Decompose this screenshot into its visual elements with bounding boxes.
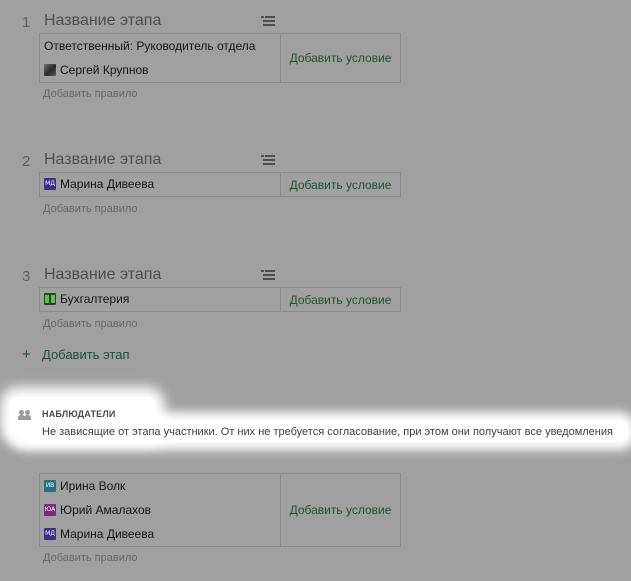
- condition-cell: Добавить условие: [281, 288, 400, 311]
- member-row[interactable]: МД Марина Дивеева: [44, 176, 154, 192]
- avatar: МД: [44, 178, 56, 190]
- member-name: Бухгалтерия: [60, 292, 130, 306]
- add-stage-button[interactable]: + Добавить этап: [22, 345, 130, 363]
- stage-title[interactable]: Название этапа: [44, 151, 161, 169]
- add-stage-label: Добавить этап: [42, 346, 130, 362]
- stage-title[interactable]: Название этапа: [44, 12, 161, 30]
- condition-cell: Добавить условие: [281, 173, 400, 196]
- rule-members: Бухгалтерия: [40, 288, 281, 311]
- avatar: МД: [44, 528, 56, 540]
- member-name: Марина Дивеева: [60, 527, 155, 541]
- avatar: [44, 64, 56, 76]
- member-name: Юрий Амалахов: [60, 503, 152, 517]
- rule-members: МД Марина Дивеева: [40, 173, 281, 196]
- member-row[interactable]: ЮА Юрий Амалахов: [44, 502, 151, 518]
- add-condition-link[interactable]: Добавить условие: [290, 503, 392, 517]
- add-rule-link[interactable]: Добавить правило: [43, 318, 138, 330]
- rule-box: Ответственный: Руководитель отдела Серге…: [39, 33, 401, 83]
- member-row[interactable]: МД Марина Дивеева: [44, 526, 154, 542]
- stage-title[interactable]: Название этапа: [44, 266, 161, 284]
- observers-title: НАБЛЮДАТЕЛИ: [42, 409, 116, 419]
- add-rule-link[interactable]: Добавить правило: [43, 552, 138, 564]
- rule-box: Бухгалтерия Добавить условие: [39, 287, 401, 312]
- avatar: ИВ: [44, 480, 56, 492]
- add-condition-link[interactable]: Добавить условие: [290, 293, 392, 307]
- avatar: ЮА: [44, 504, 56, 516]
- member-row[interactable]: ИВ Ирина Волк: [44, 478, 125, 494]
- list-icon[interactable]: [261, 16, 275, 27]
- member-name: Сергей Крупнов: [60, 63, 149, 77]
- member-row[interactable]: Бухгалтерия: [44, 291, 129, 307]
- department-icon: [44, 293, 56, 305]
- list-icon[interactable]: [261, 155, 275, 166]
- add-condition-link[interactable]: Добавить условие: [290, 51, 392, 65]
- rule-members: ИВ Ирина Волк ЮА Юрий Амалахов МД Марина…: [40, 474, 281, 546]
- condition-cell: Добавить условие: [281, 474, 400, 546]
- stage-number: 1: [22, 14, 31, 31]
- condition-cell: Добавить условие: [281, 34, 400, 82]
- list-icon[interactable]: [261, 270, 275, 281]
- users-icon: [18, 410, 33, 420]
- member-name: Марина Дивеева: [60, 177, 155, 191]
- add-condition-link[interactable]: Добавить условие: [290, 178, 392, 192]
- observers-description: Не зависящие от этапа участники. От них …: [42, 426, 613, 438]
- stage-number: 2: [22, 153, 31, 170]
- rule-box: МД Марина Дивеева Добавить условие: [39, 172, 401, 197]
- member-name: Ирина Волк: [60, 479, 126, 493]
- add-rule-link[interactable]: Добавить правило: [43, 88, 138, 100]
- add-rule-link[interactable]: Добавить правило: [43, 203, 138, 215]
- observers-rule-box: ИВ Ирина Волк ЮА Юрий Амалахов МД Марина…: [39, 473, 401, 547]
- stage-number: 3: [22, 268, 31, 285]
- responsible-label: Ответственный: Руководитель отдела: [44, 39, 256, 53]
- plus-icon: +: [22, 345, 31, 363]
- member-row[interactable]: Сергей Крупнов: [44, 62, 149, 78]
- rule-members: Ответственный: Руководитель отдела Серге…: [40, 34, 281, 82]
